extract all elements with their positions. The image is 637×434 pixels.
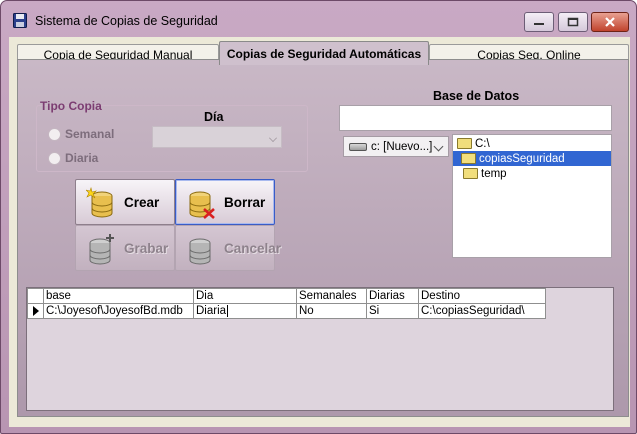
open-folder-icon (461, 153, 476, 164)
table-row[interactable]: C:\Joyesof\JoyesofBd.mdb Diaria No Si C:… (27, 303, 546, 319)
row-selector[interactable] (27, 303, 44, 319)
dia-select[interactable] (152, 126, 282, 148)
base-datos-input[interactable] (339, 105, 612, 131)
borrar-button[interactable]: Borrar (175, 179, 275, 225)
close-icon (605, 17, 615, 27)
grid-table: base Dia Semanales Diarias Destino C:\Jo… (27, 288, 546, 319)
drive-icon (349, 142, 367, 151)
open-folder-icon (457, 138, 472, 149)
column-header-destino[interactable]: Destino (418, 288, 546, 304)
window-title: Sistema de Copias de Seguridad (35, 14, 218, 28)
minimize-icon (534, 23, 544, 25)
current-row-icon (32, 305, 39, 316)
chevron-down-icon (269, 134, 277, 142)
cell-dia[interactable]: Diaria (193, 303, 297, 319)
cancelar-label: Cancelar (224, 241, 282, 256)
radio-circle[interactable] (48, 127, 61, 141)
radio-semanal[interactable]: Semanal (48, 127, 114, 141)
column-header-dia[interactable]: Dia (193, 288, 297, 304)
directory-item-label: C:\ (475, 137, 490, 150)
radio-semanal-label: Semanal (65, 127, 115, 141)
cancelar-button[interactable]: Cancelar (175, 225, 281, 271)
maximize-icon (567, 17, 579, 27)
directory-item[interactable]: C:\ (453, 136, 611, 151)
directory-item-label: copiasSeguridad (479, 152, 565, 165)
grid-corner (27, 288, 44, 304)
directory-item-selected[interactable]: copiasSeguridad (453, 151, 611, 166)
directory-item[interactable]: temp (453, 166, 611, 181)
backup-schedule-grid[interactable]: base Dia Semanales Diarias Destino C:\Jo… (26, 287, 614, 411)
directory-item-label: temp (481, 167, 507, 180)
minimize-button[interactable] (524, 12, 554, 32)
grabar-button[interactable]: Grabar (75, 225, 175, 271)
client-area: Copia de Seguridad Manual Copias de Segu… (9, 37, 630, 427)
app-window: Sistema de Copias de Seguridad Copia de … (0, 0, 637, 434)
grabar-label: Grabar (124, 241, 169, 256)
cell-destino[interactable]: C:\copiasSeguridad\ (418, 303, 546, 319)
text-cursor (227, 304, 229, 317)
folder-icon (463, 168, 478, 179)
radio-diaria-label: Diaria (65, 151, 99, 165)
column-header-base[interactable]: base (43, 288, 194, 304)
grid-header-row: base Dia Semanales Diarias Destino (27, 288, 546, 304)
cell-dia-text: Diaria (196, 305, 227, 318)
crear-label: Crear (124, 195, 160, 210)
drive-select[interactable]: c: [Nuevo...] (343, 136, 449, 157)
close-button[interactable] (591, 12, 629, 32)
radio-diaria[interactable]: Diaria (48, 151, 98, 165)
cell-diarias[interactable]: Si (366, 303, 419, 319)
cell-semanales[interactable]: No (296, 303, 367, 319)
radio-circle[interactable] (48, 151, 61, 165)
column-header-semanales[interactable]: Semanales (296, 288, 367, 304)
tab-automaticas[interactable]: Copias de Seguridad Automáticas (219, 41, 429, 65)
borrar-label: Borrar (224, 195, 266, 210)
title-bar[interactable]: Sistema de Copias de Seguridad (1, 1, 636, 37)
floppy-disk-icon (13, 13, 27, 28)
database-save-icon (89, 234, 114, 265)
crear-button[interactable]: Crear (75, 179, 175, 225)
drive-select-value: c: [Nuevo...] (371, 140, 433, 153)
database-cancel-icon (189, 238, 211, 265)
base-datos-label: Base de Datos (433, 89, 520, 103)
dia-label: Día (204, 110, 224, 124)
column-header-diarias[interactable]: Diarias (366, 288, 419, 304)
directory-list[interactable]: C:\ copiasSeguridad temp (452, 134, 612, 258)
tipo-copia-legend: Tipo Copia (40, 99, 102, 113)
maximize-button[interactable] (558, 12, 588, 32)
database-add-icon (86, 187, 113, 218)
tab-panel-automaticas: Tipo Copia Día Semanal Diaria Crear Borr… (17, 59, 629, 417)
database-delete-icon (189, 191, 215, 219)
chevron-down-icon (433, 141, 444, 152)
cell-base[interactable]: C:\Joyesof\JoyesofBd.mdb (43, 303, 194, 319)
